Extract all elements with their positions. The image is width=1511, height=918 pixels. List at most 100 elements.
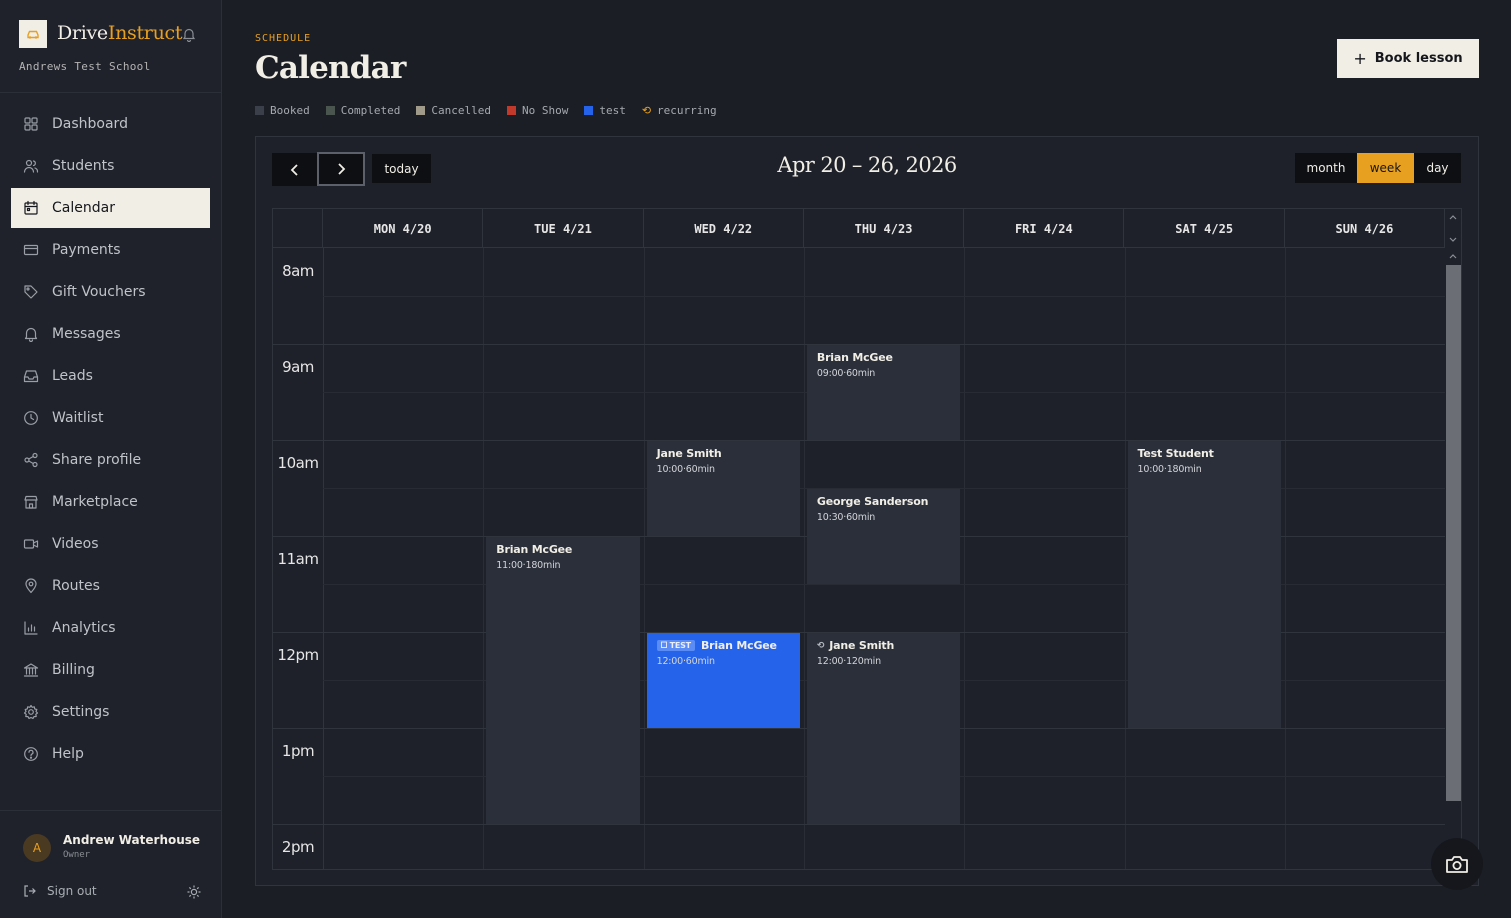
view-month-button[interactable]: month (1295, 153, 1357, 183)
day-header[interactable]: SAT 4/25 (1125, 209, 1285, 248)
scroll-up-icon[interactable] (1448, 212, 1458, 222)
hour-label: 2pm (281, 838, 315, 856)
legend-item-booked: Booked (255, 104, 310, 117)
sidebar-item-label: Help (52, 746, 84, 762)
half-hour-gridline (323, 296, 1445, 297)
next-week-button[interactable] (317, 152, 365, 186)
day-header[interactable]: TUE 4/21 (483, 209, 644, 248)
sidebar-item-analytics[interactable]: Analytics (11, 608, 210, 648)
sidebar-item-billing[interactable]: Billing (11, 650, 210, 690)
day-header[interactable]: SUN 4/26 (1285, 209, 1446, 248)
plus-icon: + (1353, 49, 1367, 68)
tag-icon (23, 284, 39, 300)
students-icon (23, 158, 39, 174)
sidebar-item-routes[interactable]: Routes (11, 566, 210, 606)
legend-item-completed: Completed (325, 104, 401, 117)
legend-label: No Show (521, 104, 569, 117)
clipboard-icon (660, 641, 667, 650)
day-header[interactable]: WED 4/22 (644, 209, 804, 248)
test-badge: TEST (656, 640, 695, 651)
day-header[interactable]: MON 4/20 (323, 209, 484, 248)
sidebar-item-gift-vouchers[interactable]: Gift Vouchers (11, 272, 210, 312)
sidebar-item-label: Students (52, 158, 115, 174)
sidebar-item-label: Analytics (52, 620, 116, 636)
scroll-down-icon[interactable] (1448, 235, 1458, 245)
event-time-duration: 10:00·180min (1137, 464, 1202, 475)
vertical-scrollbar[interactable] (1445, 209, 1461, 869)
sidebar-item-settings[interactable]: Settings (11, 692, 210, 732)
sidebar-item-videos[interactable]: Videos (11, 524, 210, 564)
legend-swatch (325, 106, 335, 115)
gear-icon (23, 704, 39, 720)
legend-item-recurring: ⟲ recurring (642, 104, 717, 117)
sign-out-button[interactable]: Sign out (23, 884, 97, 898)
lesson-event[interactable]: Brian McGee 09:00·60min (806, 345, 961, 440)
event-title-row: ⟲ Jane Smith (817, 639, 950, 652)
user-name: Andrew Waterhouse (63, 833, 201, 847)
lesson-event[interactable]: Jane Smith 10:00·60min (646, 441, 800, 536)
scroll-up-small-icon[interactable] (1448, 251, 1458, 261)
user-panel: A Andrew Waterhouse Owner Sign out (0, 810, 222, 918)
dashboard-icon (23, 116, 39, 132)
recurring-icon: ⟲ (816, 640, 825, 651)
sidebar: DriveInstruct Andrews Test School Dashbo… (0, 0, 222, 918)
sidebar-item-dashboard[interactable]: Dashboard (11, 104, 210, 144)
book-lesson-button[interactable]: + Book lesson (1337, 39, 1479, 78)
lesson-event[interactable]: ⟲ Jane Smith 12:00·120min (806, 633, 961, 824)
sidebar-item-label: Marketplace (52, 494, 138, 510)
week-grid: MON 4/20 TUE 4/21 WED 4/22 THU 4/23 FRI 4/24… (272, 208, 1462, 870)
today-button[interactable]: today (372, 154, 431, 183)
inbox-icon (23, 368, 39, 384)
brand-header: DriveInstruct Andrews Test School (0, 0, 221, 93)
event-time-duration: 10:30·60min (816, 512, 876, 523)
view-day-button[interactable]: day (1414, 153, 1461, 183)
sidebar-item-leads[interactable]: Leads (11, 356, 210, 396)
screenshot-camera-button[interactable] (1431, 838, 1483, 890)
legend-item-no-show: No Show (506, 104, 569, 117)
book-lesson-label: Book lesson (1374, 51, 1463, 66)
lesson-event[interactable]: Test Student 10:00·180min (1127, 441, 1281, 728)
sidebar-item-calendar[interactable]: Calendar (11, 188, 210, 228)
sidebar-item-label: Share profile (52, 452, 142, 468)
notifications-bell-icon[interactable] (182, 27, 196, 46)
sun-icon[interactable] (187, 884, 201, 903)
bell-icon (23, 326, 39, 342)
brand-name: DriveInstruct (57, 22, 183, 44)
chevron-left-icon (290, 163, 298, 176)
event-time-duration: 10:00·60min (656, 464, 715, 475)
sign-out-label: Sign out (47, 884, 97, 898)
lesson-event[interactable]: Brian McGee 11:00·180min (486, 537, 640, 824)
legend-item-test: test (584, 104, 626, 117)
sidebar-item-label: Payments (52, 242, 121, 258)
calendar-icon (23, 200, 39, 216)
sidebar-item-students[interactable]: Students (11, 146, 210, 186)
camera-icon (1446, 856, 1468, 873)
sidebar-item-marketplace[interactable]: Marketplace (11, 482, 210, 522)
scrollbar-thumb[interactable] (1446, 265, 1461, 801)
day-header[interactable]: THU 4/23 (804, 209, 965, 248)
hour-label: 10am (277, 454, 319, 472)
hour-label: 9am (282, 358, 314, 376)
hour-label: 11am (277, 550, 319, 568)
sidebar-item-label: Billing (52, 662, 95, 678)
prev-week-button[interactable] (272, 153, 318, 186)
lesson-event[interactable]: George Sanderson 10:30·60min (806, 489, 961, 584)
legend-swatch (584, 106, 594, 115)
avatar[interactable]: A (23, 834, 51, 862)
event-title-row: Brian McGee (817, 351, 950, 364)
legend-label: Completed (340, 104, 401, 117)
time-grid[interactable]: 8am 9am 10am 11am 12pm 1pm 2pm Brian McGee 09:00… (273, 248, 1445, 869)
legend-swatch (416, 106, 426, 115)
view-week-button[interactable]: week (1357, 153, 1414, 183)
sidebar-item-help[interactable]: Help (11, 734, 210, 774)
sidebar-item-waitlist[interactable]: Waitlist (11, 398, 210, 438)
sidebar-item-messages[interactable]: Messages (11, 314, 210, 354)
event-student-name: Jane Smith (656, 447, 722, 460)
hour-label: 1pm (281, 742, 315, 760)
day-header[interactable]: FRI 4/24 (964, 209, 1125, 248)
user-role: Owner (63, 850, 91, 860)
lesson-event[interactable]: TEST Brian McGee 12:00·60min (646, 633, 800, 728)
legend-label: test (599, 104, 626, 117)
sidebar-item-payments[interactable]: Payments (11, 230, 210, 270)
sidebar-item-share-profile[interactable]: Share profile (11, 440, 210, 480)
